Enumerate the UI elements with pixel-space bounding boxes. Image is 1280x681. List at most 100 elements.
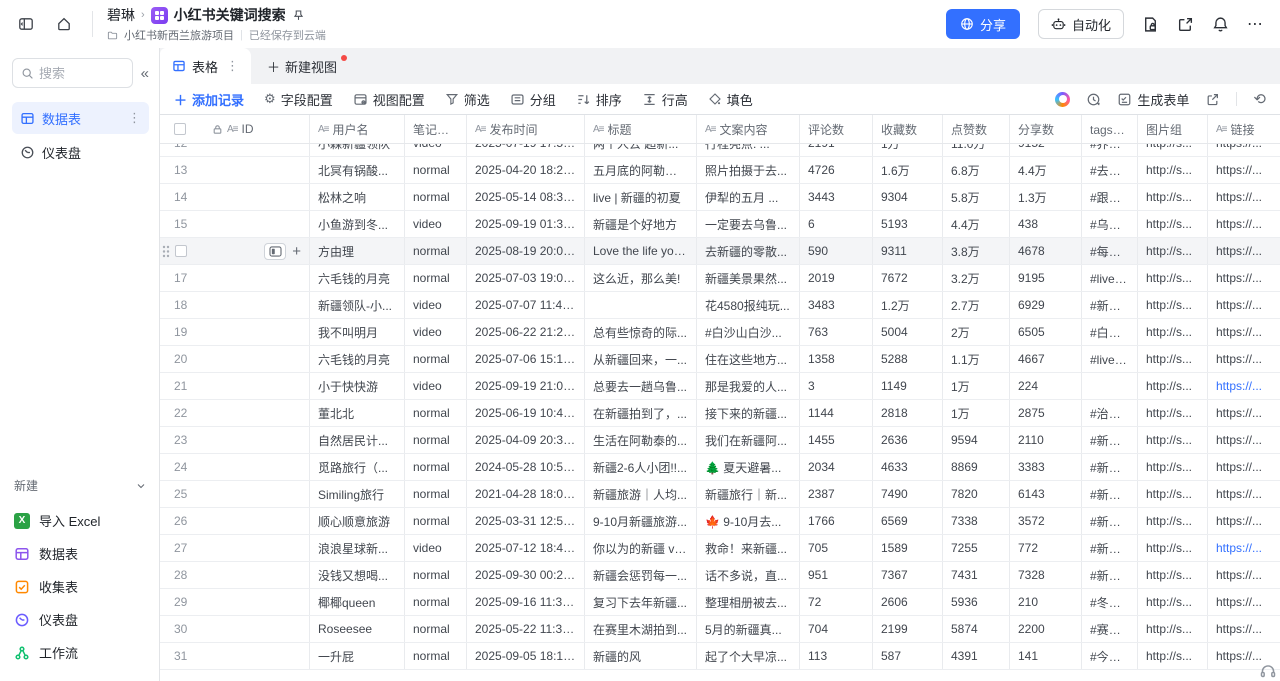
cell-value[interactable]: https://...: [1216, 649, 1272, 663]
cell-value[interactable]: http://s...: [1146, 379, 1199, 393]
cell-link[interactable]: https://...: [1208, 508, 1280, 534]
cell-username[interactable]: 我不叫明月: [310, 319, 405, 345]
cell-images[interactable]: http://s...: [1138, 292, 1208, 318]
column-header-select-all[interactable]: [160, 115, 204, 143]
cell-content[interactable]: 去新疆的零散...: [697, 238, 800, 264]
cell-content[interactable]: 我们在新疆阿...: [697, 427, 800, 453]
cell-title[interactable]: 复习下去年新疆...: [585, 589, 697, 615]
field-config-button[interactable]: ⚙ 字段配置: [264, 90, 333, 109]
cell-collects[interactable]: 5004: [873, 319, 943, 345]
cell-tags[interactable]: #赛里...: [1082, 616, 1138, 642]
cell-id[interactable]: [204, 562, 310, 588]
cell-username[interactable]: 顺心顺意旅游: [310, 508, 405, 534]
expand-record-button[interactable]: [264, 243, 286, 260]
column-header-type[interactable]: 笔记类型: [405, 115, 467, 143]
cell-id[interactable]: [204, 616, 310, 642]
table-row[interactable]: 12小森新疆领队video2025-07-19 17:57:21两个人去 超新.…: [160, 144, 1280, 157]
column-header-tags[interactable]: tags标签: [1082, 115, 1138, 143]
cell-comments[interactable]: 705: [800, 535, 873, 561]
cell-shares[interactable]: 7328: [1010, 562, 1082, 588]
breadcrumb-root[interactable]: 碧琳: [107, 5, 135, 25]
cell-shares[interactable]: 9152: [1010, 144, 1082, 156]
cell-time[interactable]: 2025-07-19 17:57:21: [467, 144, 585, 156]
new-item-datatable[interactable]: 数据表: [12, 537, 149, 570]
cell-value[interactable]: http://s...: [1146, 298, 1199, 312]
cell-comments[interactable]: 2191: [800, 144, 873, 156]
cell-content[interactable]: 救命！来新疆...: [697, 535, 800, 561]
cell-images[interactable]: http://s...: [1138, 319, 1208, 345]
new-item-import-excel[interactable]: X 导入 Excel: [12, 504, 149, 537]
cell-content[interactable]: #白沙山白沙...: [697, 319, 800, 345]
column-header-id[interactable]: A≡ID: [204, 115, 310, 143]
cell-link[interactable]: https://...: [1208, 144, 1280, 156]
cell-images[interactable]: http://s...: [1138, 616, 1208, 642]
home-icon[interactable]: [50, 10, 78, 38]
cell-value[interactable]: http://s...: [1146, 487, 1199, 501]
column-header-time[interactable]: A≡发布时间: [467, 115, 585, 143]
cell-id[interactable]: [204, 319, 310, 345]
cell-tags[interactable]: #新疆...: [1082, 427, 1138, 453]
cell-likes[interactable]: 7255: [943, 535, 1010, 561]
new-view-button[interactable]: ＋ 新建视图: [251, 48, 353, 84]
cell-id[interactable]: [204, 157, 310, 183]
cell-type[interactable]: normal: [405, 616, 467, 642]
table-row[interactable]: 20六毛钱的月亮normal2025-07-06 15:15:40从新疆回来，一…: [160, 346, 1280, 373]
cell-comments[interactable]: 704: [800, 616, 873, 642]
cell-tags[interactable]: #跟着...: [1082, 184, 1138, 210]
cell-images[interactable]: http://s...: [1138, 265, 1208, 291]
cell-likes[interactable]: 8869: [943, 454, 1010, 480]
cell-comments[interactable]: 2387: [800, 481, 873, 507]
cell-id[interactable]: [204, 454, 310, 480]
cell-username[interactable]: 北冥有锅酸...: [310, 157, 405, 183]
cell-rownum[interactable]: 19: [160, 319, 204, 345]
cell-value[interactable]: http://s...: [1146, 163, 1199, 177]
cell-images[interactable]: http://s...: [1138, 346, 1208, 372]
filter-button[interactable]: 筛选: [445, 90, 490, 109]
cell-time[interactable]: 2025-04-20 18:23:39: [467, 157, 585, 183]
search-input[interactable]: [12, 58, 133, 88]
cell-likes[interactable]: 1万: [943, 400, 1010, 426]
cell-title[interactable]: 总有些惊奇的际...: [585, 319, 697, 345]
cell-likes[interactable]: 7431: [943, 562, 1010, 588]
column-header-images[interactable]: 图片组: [1138, 115, 1208, 143]
cell-time[interactable]: 2025-09-19 01:34:08: [467, 211, 585, 237]
cell-username[interactable]: 松林之响: [310, 184, 405, 210]
cell-rownum[interactable]: 15: [160, 211, 204, 237]
cell-value[interactable]: https://...: [1216, 487, 1272, 501]
cell-images[interactable]: http://s...: [1138, 562, 1208, 588]
cell-username[interactable]: 六毛钱的月亮: [310, 346, 405, 372]
cell-value[interactable]: http://s...: [1146, 244, 1199, 258]
cell-type[interactable]: normal: [405, 238, 467, 264]
cell-comments[interactable]: 3443: [800, 184, 873, 210]
cell-username[interactable]: 小森新疆领队: [310, 144, 405, 156]
cell-value[interactable]: http://s...: [1146, 352, 1199, 366]
cell-content[interactable]: 照片拍摄于去...: [697, 157, 800, 183]
cell-value[interactable]: https://...: [1216, 622, 1272, 636]
cell-type[interactable]: normal: [405, 589, 467, 615]
cell-rownum[interactable]: 31: [160, 643, 204, 669]
cell-shares[interactable]: 4678: [1010, 238, 1082, 264]
file-lock-icon[interactable]: [1142, 16, 1159, 33]
cell-id[interactable]: [204, 265, 310, 291]
cell-shares[interactable]: 1.3万: [1010, 184, 1082, 210]
cell-tags[interactable]: #治愈...: [1082, 400, 1138, 426]
cell-likes[interactable]: 1.1万: [943, 346, 1010, 372]
cell-username[interactable]: 小于快快游: [310, 373, 405, 399]
cell-title[interactable]: 新疆2-6人小团!!...: [585, 454, 697, 480]
cell-images[interactable]: http://s...: [1138, 238, 1208, 264]
cell-type[interactable]: normal: [405, 643, 467, 669]
cell-value[interactable]: http://s...: [1146, 271, 1199, 285]
row-checkbox[interactable]: [175, 245, 187, 257]
cell-id[interactable]: [204, 508, 310, 534]
cell-type[interactable]: video: [405, 373, 467, 399]
cell-time[interactable]: 2025-06-22 21:27:03: [467, 319, 585, 345]
cell-time[interactable]: 2025-04-09 20:31:31: [467, 427, 585, 453]
cell-shares[interactable]: 4.4万: [1010, 157, 1082, 183]
cell-username[interactable]: 觅路旅行（...: [310, 454, 405, 480]
cell-link[interactable]: https://...: [1208, 562, 1280, 588]
cell-shares[interactable]: 6505: [1010, 319, 1082, 345]
cell-time[interactable]: 2025-05-14 08:33:11: [467, 184, 585, 210]
cell-content[interactable]: 话不多说，直...: [697, 562, 800, 588]
generate-form-button[interactable]: 生成表单: [1117, 90, 1189, 109]
cell-rownum[interactable]: 23: [160, 427, 204, 453]
